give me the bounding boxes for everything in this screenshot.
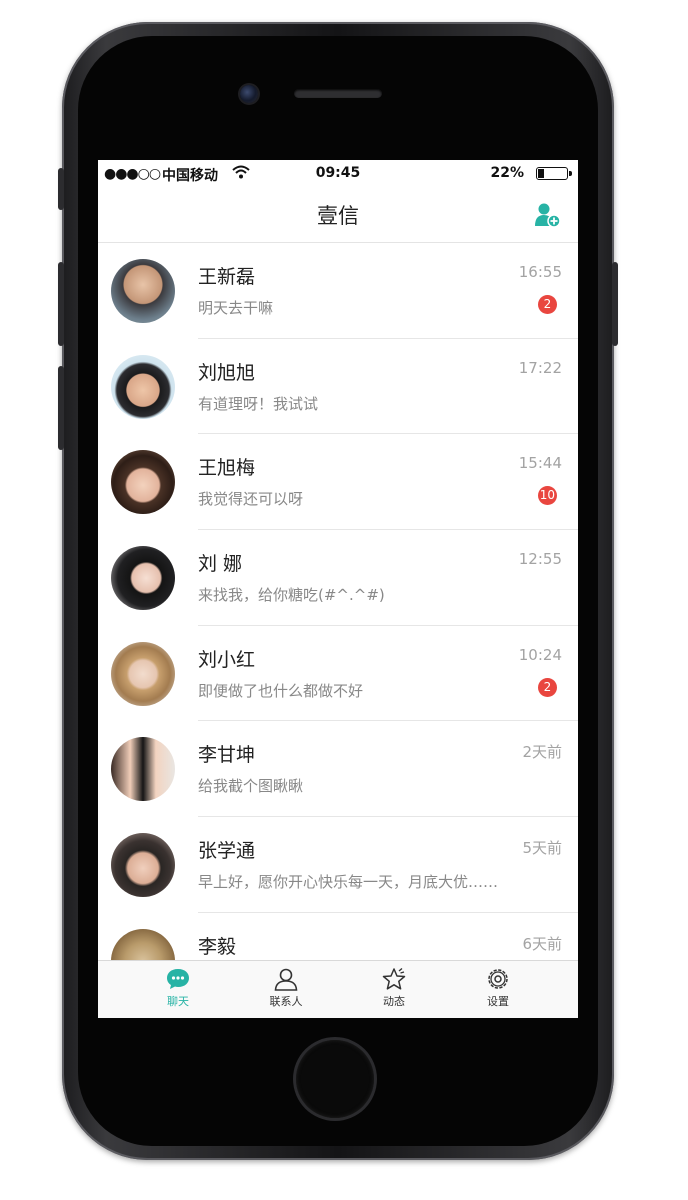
message-time: 15:44 (518, 454, 562, 473)
contact-name: 刘 娜 (198, 553, 243, 576)
message-time: 6天前 (522, 934, 562, 953)
chat-row[interactable]: 刘 娜 来找我，给你糖吃(#^.^#) 12:55 (98, 530, 578, 626)
volume-down-button (58, 366, 64, 450)
unread-badge: 2 (538, 677, 557, 697)
contact-name: 李毅 (198, 935, 237, 958)
avatar (111, 354, 175, 419)
avatar (111, 641, 175, 706)
app-screen: ●●●○○ 中国移动 09:45 22% 壹信 王新磊 明天去干嘛 16:55 … (98, 160, 578, 1018)
contact-name: 李甘坤 (198, 744, 256, 767)
add-contact-icon (535, 203, 561, 228)
message-time: 5天前 (522, 839, 562, 858)
tab-bar: 聊天 联系人 动态 设置 (98, 960, 578, 1018)
status-bar: ●●●○○ 中国移动 09:45 22% (98, 160, 578, 188)
message-time: 10:24 (518, 645, 562, 664)
add-contact-button[interactable] (534, 202, 562, 228)
tab-label: 联系人 (269, 995, 303, 1008)
tab-chat[interactable]: 聊天 (138, 967, 218, 1009)
avatar (111, 259, 175, 323)
contact-name: 刘旭旭 (198, 361, 256, 384)
last-message: 给我截个图瞅瞅 (198, 777, 304, 796)
last-message: 即便做了也什么都做不好 (198, 681, 364, 700)
contacts-icon (274, 968, 298, 991)
tab-label: 设置 (487, 995, 509, 1008)
message-time: 17:22 (518, 358, 562, 377)
chat-bubble-icon (167, 969, 189, 989)
avatar (111, 546, 175, 611)
tab-label: 动态 (383, 995, 405, 1008)
avatar (111, 450, 175, 515)
avatar (111, 737, 175, 802)
chat-row[interactable]: 刘旭旭 有道理呀！我试试 17:22 (98, 339, 578, 435)
tab-moments[interactable]: 动态 (354, 967, 434, 1009)
tab-contacts[interactable]: 联系人 (246, 967, 326, 1009)
battery-icon (536, 167, 572, 180)
last-message: 明天去干嘛 (198, 299, 274, 317)
star-icon (382, 967, 406, 990)
battery-level (538, 169, 544, 178)
message-time: 2天前 (522, 743, 562, 762)
chat-row[interactable]: 刘小红 即便做了也什么都做不好 10:24 2 (98, 626, 578, 722)
home-button[interactable] (296, 1040, 374, 1118)
last-message: 早上好，愿你开心快乐每一天，月底大优…… (198, 873, 499, 892)
page-title: 壹信 (317, 204, 359, 228)
tab-settings[interactable]: 设置 (458, 967, 538, 1009)
chat-row[interactable]: 王新磊 明天去干嘛 16:55 2 (98, 243, 578, 339)
avatar (111, 833, 175, 898)
contact-name: 刘小红 (198, 648, 256, 671)
unread-badge: 10 (537, 486, 557, 506)
battery-percent: 22% (490, 165, 524, 181)
chat-row[interactable]: 王旭梅 我觉得还可以呀 15:44 10 (98, 434, 578, 531)
message-time: 12:55 (518, 550, 562, 569)
last-message: 有道理呀！我试试 (198, 394, 319, 413)
nav-bar: 壹信 (98, 188, 578, 243)
message-time: 16:55 (518, 263, 562, 281)
chat-row[interactable]: 张学通 早上好，愿你开心快乐每一天，月底大优…… 5天前 (98, 817, 578, 913)
power-button (612, 262, 618, 346)
contact-name: 王旭梅 (198, 457, 256, 480)
mute-switch (58, 168, 64, 210)
last-message: 我觉得还可以呀 (198, 490, 304, 509)
gear-icon (488, 969, 508, 989)
contact-name: 张学通 (198, 840, 256, 863)
front-camera (240, 85, 258, 103)
contact-name: 王新磊 (198, 266, 256, 288)
chat-row[interactable]: 李甘坤 给我截个图瞅瞅 2天前 (98, 721, 578, 818)
chat-list: 王新磊 明天去干嘛 16:55 2 刘旭旭 有道理呀！我试试 17:22 王旭梅… (98, 243, 578, 1009)
earpiece-speaker (294, 89, 382, 98)
last-message: 来找我，给你糖吃(#^.^#) (198, 586, 385, 605)
tab-label: 聊天 (167, 995, 189, 1008)
unread-badge: 2 (538, 295, 557, 314)
volume-up-button (58, 262, 64, 346)
